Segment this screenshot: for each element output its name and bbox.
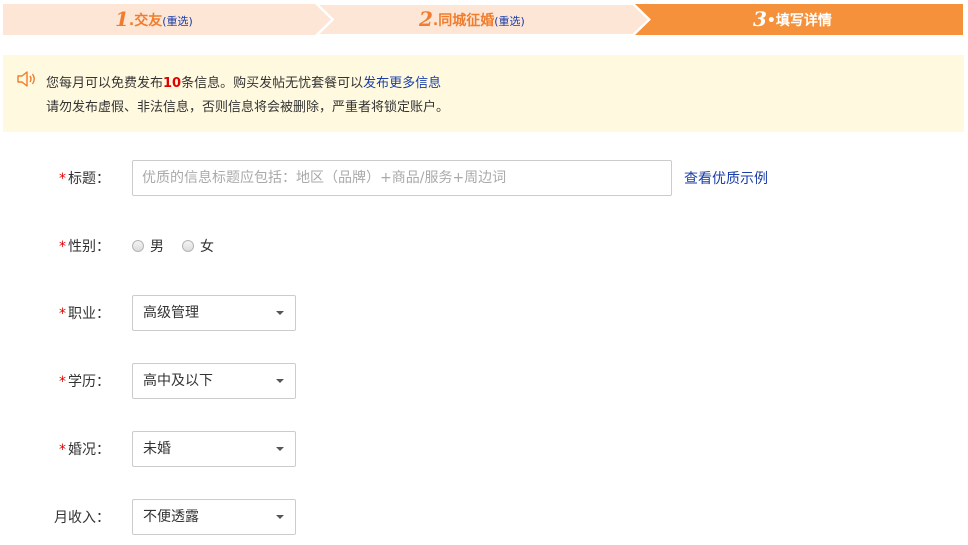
gender-label: * 性别：: [40, 236, 110, 256]
required-mark: *: [59, 306, 66, 322]
step-progress-bar: 1.交友(重选) 2.同城征婚(重选) 3•填写详情: [3, 4, 963, 35]
step-1-redo-link[interactable]: (重选): [162, 15, 193, 28]
step-1-number: 1: [115, 7, 129, 31]
marital-label-text: 婚况：: [68, 442, 110, 458]
required-mark: *: [59, 239, 66, 255]
step-1-label: 交友: [134, 13, 163, 29]
view-example-link[interactable]: 查看优质示例: [684, 168, 768, 188]
education-label-text: 学历：: [68, 374, 110, 390]
notice-box: 您每月可以免费发布10条信息。购买发帖无忧套餐可以发布更多信息 请勿发布虚假、非…: [3, 55, 964, 132]
publish-more-link[interactable]: 发布更多信息: [363, 76, 441, 91]
occupation-select[interactable]: 高级管理: [132, 295, 296, 331]
step-3-number: 3: [753, 7, 767, 31]
step-3-label: 填写详情: [775, 13, 832, 29]
chevron-down-icon: [276, 447, 284, 451]
gender-option-male[interactable]: 男: [132, 236, 164, 256]
occupation-label-text: 职业：: [68, 306, 110, 322]
income-value: 不便透露: [143, 509, 199, 525]
notice-line-2: 请勿发布虚假、非法信息，否则信息将会被删除，严重者将锁定账户。: [46, 100, 450, 115]
marital-value: 未婚: [143, 441, 171, 457]
notice-free-count: 10: [163, 76, 182, 91]
chevron-down-icon: [276, 515, 284, 519]
step-3: 3•填写详情: [753, 4, 832, 35]
step-2-redo-link[interactable]: (重选): [494, 15, 525, 28]
chevron-down-icon: [276, 311, 284, 315]
step-2-number: 2: [419, 7, 433, 31]
occupation-label: * 职业：: [40, 303, 110, 323]
income-label: 月收入：: [40, 507, 110, 527]
step-2: 2.同城征婚(重选): [419, 4, 525, 35]
title-label: * 标题：: [40, 168, 110, 188]
title-input[interactable]: [132, 160, 672, 196]
required-mark: *: [59, 442, 66, 458]
required-mark: *: [59, 171, 66, 187]
gender-option-female[interactable]: 女: [182, 236, 214, 256]
education-value: 高中及以下: [143, 373, 213, 389]
notice-line-1: 您每月可以免费发布10条信息。购买发帖无忧套餐可以发布更多信息: [46, 72, 441, 91]
education-select[interactable]: 高中及以下: [132, 363, 296, 399]
marital-label: * 婚况：: [40, 439, 110, 459]
income-label-text: 月收入：: [54, 510, 110, 526]
required-mark: *: [59, 374, 66, 390]
gender-male-label: 男: [150, 239, 164, 255]
income-select[interactable]: 不便透露: [132, 499, 296, 535]
notice-prefix: 您每月可以免费发布: [46, 76, 164, 91]
gender-female-radio[interactable]: [182, 240, 194, 252]
title-label-text: 标题：: [68, 171, 110, 187]
gender-female-label: 女: [200, 239, 214, 255]
step-3-dot: •: [766, 13, 776, 29]
occupation-value: 高级管理: [143, 305, 199, 321]
gender-label-text: 性别：: [68, 239, 110, 255]
step-2-label: 同城征婚: [438, 13, 495, 29]
gender-male-radio[interactable]: [132, 240, 144, 252]
step-1: 1.交友(重选): [115, 4, 193, 35]
speaker-icon: [16, 70, 38, 88]
marital-select[interactable]: 未婚: [132, 431, 296, 467]
education-label: * 学历：: [40, 371, 110, 391]
chevron-down-icon: [276, 379, 284, 383]
notice-middle: 条信息。购买发帖无忧套餐可以: [181, 76, 364, 91]
